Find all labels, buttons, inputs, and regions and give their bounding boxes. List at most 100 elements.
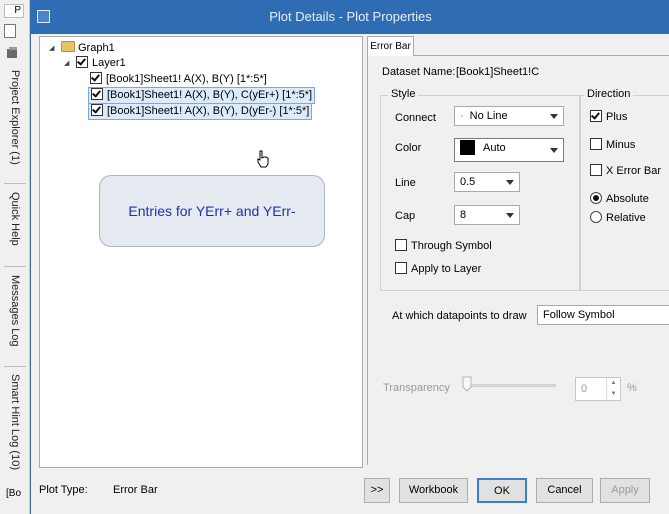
dock-top-icon-text: P <box>14 5 21 16</box>
apply-to-layer-checkbox[interactable]: Apply to Layer <box>395 262 481 275</box>
annotation-callout: Entries for YErr+ and YErr- <box>99 175 325 247</box>
tree-item-yerr-minus[interactable]: [Book1]Sheet1! A(X), B(Y), D(yEr-) [1*:5… <box>88 103 313 120</box>
plot-checkbox[interactable] <box>90 72 102 84</box>
minus-label: Minus <box>606 139 636 151</box>
connect-label: Connect <box>395 112 436 124</box>
project-icon[interactable] <box>4 46 24 60</box>
transparency-unit: % <box>627 382 637 394</box>
dataset-name-value: [Book1]Sheet1!C <box>456 66 540 78</box>
plot-type-value: Error Bar <box>113 484 158 496</box>
window-title: Plot Details - Plot Properties <box>269 9 432 24</box>
x-error-bar-label: X Error Bar <box>606 165 662 177</box>
chevron-down-icon <box>506 180 514 185</box>
minus-checkbox[interactable]: Minus <box>590 138 635 151</box>
tree-item-label: [Book1]Sheet1! A(X), B(Y), D(yEr-) [1*:5… <box>107 105 310 117</box>
tree-layer-label: Layer1 <box>92 57 126 69</box>
radio-button[interactable] <box>590 211 602 223</box>
color-select[interactable]: Auto <box>454 138 564 162</box>
plus-label: Plus <box>606 111 628 123</box>
checkbox-box[interactable] <box>590 164 602 176</box>
title-bar[interactable]: Plot Details - Plot Properties <box>31 0 669 34</box>
left-dock-strip: P Project Explorer (1) Quick Help Messag… <box>0 0 30 514</box>
plus-checkbox[interactable]: Plus <box>590 110 627 123</box>
plot-checkbox[interactable] <box>91 88 103 100</box>
transparency-label: Transparency <box>383 382 450 394</box>
plot-type-label: Plot Type: <box>39 484 88 496</box>
tab-messages-log[interactable]: Messages Log <box>6 275 24 355</box>
datapoints-value: Follow Symbol <box>543 309 615 321</box>
workbook-button[interactable]: Workbook <box>399 478 468 503</box>
direction-group-title: Direction <box>584 88 634 100</box>
plot-details-dialog: Plot Details - Plot Properties ◢ Graph1 … <box>30 0 669 514</box>
transparency-slider-track[interactable] <box>464 384 556 387</box>
cap-label: Cap <box>395 210 416 222</box>
tree-item-label: [Book1]Sheet1! A(X), B(Y), C(yEr+) [1*:5… <box>107 89 313 101</box>
line-width-select[interactable]: 0.5 <box>454 172 520 192</box>
hand-cursor-icon <box>257 150 269 168</box>
cap-value: 8 <box>460 209 467 221</box>
absolute-label: Absolute <box>606 193 649 205</box>
chevron-down-icon <box>550 114 558 119</box>
relative-label: Relative <box>606 212 646 224</box>
tree-node-graph[interactable]: ◢ Graph1 <box>49 41 115 56</box>
tree-item-label: [Book1]Sheet1! A(X), B(Y) [1*:5*] <box>106 73 267 85</box>
tree-node-layer[interactable]: ◢ Layer1 <box>64 56 126 71</box>
divider <box>4 366 26 367</box>
tab-quick-help-label: Quick Help <box>9 192 21 246</box>
tab-quick-help[interactable]: Quick Help <box>6 192 24 252</box>
connect-select[interactable]: · No Line <box>454 106 564 126</box>
connect-value: No Line <box>469 110 508 122</box>
chevron-down-icon <box>506 213 514 218</box>
datapoints-select[interactable]: Follow Symbol <box>537 305 669 325</box>
transparency-spinbox[interactable]: 0 ▲ ▼ <box>575 377 621 401</box>
style-group-title: Style <box>388 88 419 100</box>
radio-button[interactable] <box>590 192 602 204</box>
checkbox-box[interactable] <box>395 262 407 274</box>
color-label: Color <box>395 142 422 154</box>
apply-button[interactable]: Apply <box>600 478 650 503</box>
tab-error-bar[interactable]: Error Bar <box>367 36 414 56</box>
ok-button[interactable]: OK <box>477 478 527 503</box>
dataset-name-label: Dataset Name: <box>382 66 456 78</box>
tab-messages-log-label: Messages Log <box>9 275 21 347</box>
expand-button[interactable]: >> <box>364 478 390 503</box>
dock-bottom-text[interactable]: [Bo <box>6 488 21 499</box>
plot-checkbox[interactable] <box>91 104 103 116</box>
plot-tree[interactable]: ◢ Graph1 ◢ Layer1 [Book1]Sheet1! A(X), B… <box>39 36 363 468</box>
through-symbol-checkbox[interactable]: Through Symbol <box>395 239 492 252</box>
spin-buttons[interactable]: ▲ ▼ <box>606 378 620 400</box>
dock-top-icon[interactable]: P <box>4 4 24 18</box>
expand-icon[interactable]: ◢ <box>64 56 69 71</box>
window-icon[interactable] <box>4 24 16 38</box>
checkbox-box[interactable] <box>590 110 602 122</box>
apply-to-layer-label: Apply to Layer <box>411 263 482 275</box>
layer-checkbox[interactable] <box>76 56 88 68</box>
tab-project-explorer[interactable]: Project Explorer (1) <box>6 70 24 170</box>
tree-item-plot[interactable]: [Book1]Sheet1! A(X), B(Y) [1*:5*] <box>88 72 269 87</box>
line-label: Line <box>395 177 416 189</box>
expand-icon[interactable]: ◢ <box>49 41 54 56</box>
spin-up-icon[interactable]: ▲ <box>607 378 620 389</box>
cancel-button[interactable]: Cancel <box>536 478 593 503</box>
checkbox-box[interactable] <box>395 239 407 251</box>
folder-icon <box>61 41 75 52</box>
transparency-slider-thumb[interactable] <box>462 376 472 392</box>
checkbox-box[interactable] <box>590 138 602 150</box>
tab-smart-hint-log-label: Smart Hint Log (10) <box>9 374 21 470</box>
tab-project-explorer-label: Project Explorer (1) <box>9 70 21 165</box>
chevron-down-icon <box>550 148 558 153</box>
line-width-value: 0.5 <box>460 176 476 188</box>
through-symbol-label: Through Symbol <box>411 240 492 252</box>
tree-graph-label: Graph1 <box>78 42 115 54</box>
cap-select[interactable]: 8 <box>454 205 520 225</box>
absolute-radio[interactable]: Absolute <box>590 192 649 205</box>
datapoints-label: At which datapoints to draw <box>392 310 527 322</box>
relative-radio[interactable]: Relative <box>590 211 646 224</box>
spin-down-icon[interactable]: ▼ <box>607 389 620 400</box>
tab-smart-hint-log[interactable]: Smart Hint Log (10) <box>6 374 24 474</box>
color-swatch <box>460 140 475 155</box>
divider <box>4 183 26 184</box>
x-error-bar-checkbox[interactable]: X Error Bar <box>590 164 661 177</box>
color-value: Auto <box>483 142 506 154</box>
tree-item-yerr-plus[interactable]: [Book1]Sheet1! A(X), B(Y), C(yEr+) [1*:5… <box>88 87 316 104</box>
